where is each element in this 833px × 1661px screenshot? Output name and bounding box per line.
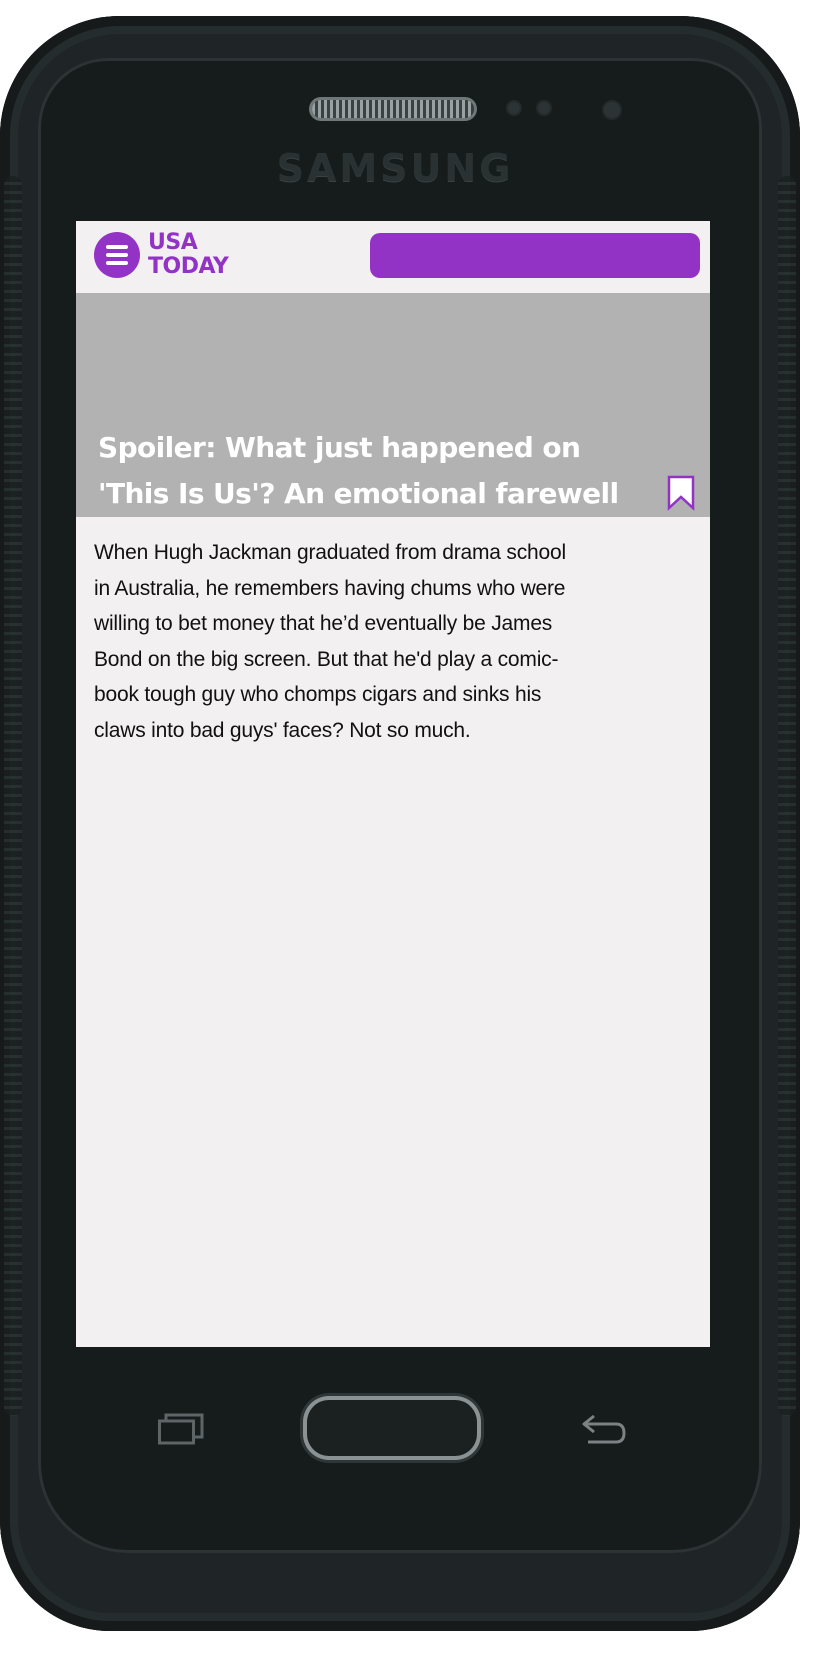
menu-button[interactable] (94, 232, 140, 278)
body-line: in Australia, he remembers having chums … (94, 576, 566, 600)
back-arrow-icon[interactable] (580, 1412, 628, 1446)
article-hero[interactable]: Spoiler: What just happened on 'This Is … (76, 293, 710, 517)
screen: USA TODAY Spoiler: What just happened on… (76, 221, 710, 1347)
front-camera (604, 102, 620, 118)
article-body: When Hugh Jackman graduated from drama s… (94, 535, 614, 748)
device-frame: SAMSUNG USA TODAY Spoiler: What just hap… (0, 0, 833, 1661)
logo-line-1: USA (148, 230, 198, 255)
proximity-sensor (508, 102, 520, 114)
light-sensor (538, 102, 550, 114)
device-brand-label: SAMSUNG (276, 146, 514, 190)
earpiece-speaker (312, 100, 474, 118)
body-line: When Hugh Jackman graduated from drama s… (94, 541, 566, 564)
side-grip-right (778, 176, 796, 1416)
top-bar: USA TODAY (76, 221, 710, 293)
headline-line-2: 'This Is Us'? An emotional farewell (98, 477, 619, 510)
recent-apps-icon[interactable] (158, 1412, 204, 1446)
header-action-bar[interactable] (370, 233, 700, 278)
headline-line-1: Spoiler: What just happened on (98, 431, 581, 464)
body-line: willing to bet money that he’d eventuall… (94, 612, 553, 635)
body-line: claws into bad guys' faces? Not so much. (94, 718, 471, 742)
body-line: Bond on the big screen. But that he'd pl… (94, 647, 559, 671)
usa-today-logo[interactable]: USA TODAY (148, 230, 229, 279)
bookmark-icon[interactable] (666, 475, 696, 511)
home-button[interactable] (307, 1400, 477, 1456)
side-grip-left (4, 176, 22, 1416)
body-line: book tough guy who chomps cigars and sin… (94, 683, 542, 706)
article-headline[interactable]: Spoiler: What just happened on 'This Is … (98, 425, 658, 517)
logo-line-2: TODAY (148, 254, 229, 279)
